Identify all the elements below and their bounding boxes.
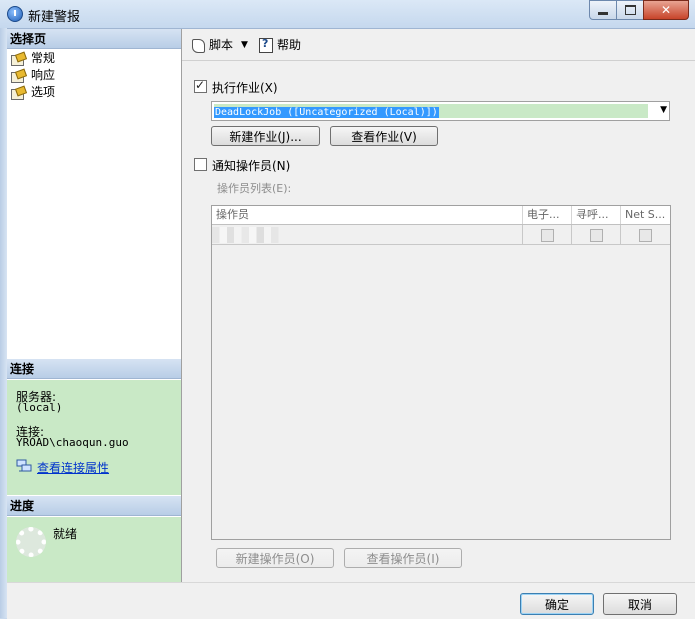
redacted-operator-name bbox=[212, 227, 286, 243]
job-selected-value: DeadLockJob ([Uncategorized (Local)]) bbox=[214, 107, 439, 118]
connection-section: 服务器: (local) 连接: YROAD\chaoqun.guo 查看连接属… bbox=[7, 380, 181, 495]
new-job-button[interactable]: 新建作业(J)... bbox=[211, 126, 320, 146]
dialog-window: 新建警报 ✕ 选择页 常规 响应 选项 连接 服务器: (local) 连接: … bbox=[0, 0, 695, 619]
grid-header: 操作员 电子... 寻呼... Net S... bbox=[212, 206, 670, 225]
help-label: 帮助 bbox=[277, 38, 302, 52]
window-title: 新建警报 bbox=[28, 10, 81, 25]
page-item-response[interactable]: 响应 bbox=[7, 67, 181, 84]
title-bar: 新建警报 ✕ bbox=[0, 0, 695, 29]
info-icon bbox=[7, 6, 23, 22]
ok-button[interactable]: 确定 bbox=[520, 593, 594, 615]
window-frame bbox=[0, 28, 7, 618]
page-item-label: 常规 bbox=[31, 51, 56, 65]
server-value: (local) bbox=[16, 401, 63, 414]
view-operator-button[interactable]: 查看操作员(I) bbox=[344, 548, 462, 568]
page-list: 常规 响应 选项 bbox=[7, 50, 181, 101]
chevron-down-icon[interactable]: ▼ bbox=[660, 105, 667, 115]
progress-spinner-icon bbox=[16, 527, 46, 557]
column-header-email[interactable]: 电子... bbox=[523, 206, 572, 224]
help-icon bbox=[258, 37, 274, 53]
execute-job-label[interactable]: 执行作业(X) bbox=[212, 79, 278, 96]
close-button[interactable]: ✕ bbox=[643, 0, 689, 20]
connection-value: YROAD\chaoqun.guo bbox=[16, 436, 129, 449]
script-label: 脚本 bbox=[209, 38, 234, 52]
window-controls: ✕ bbox=[589, 0, 689, 20]
view-connection-properties-link[interactable]: 查看连接属性 bbox=[37, 459, 109, 476]
page-icon bbox=[11, 87, 25, 100]
main-panel: 脚本 ▼ 帮助 执行作业(X) DeadLockJob ([Uncategori… bbox=[182, 29, 695, 582]
operator-grid: 操作员 电子... 寻呼... Net S... bbox=[211, 205, 671, 540]
page-item-label: 选项 bbox=[31, 85, 56, 99]
page-icon bbox=[11, 70, 25, 83]
notify-operators-label[interactable]: 通知操作员(N) bbox=[212, 157, 290, 174]
email-checkbox[interactable] bbox=[541, 229, 554, 242]
help-button[interactable]: 帮助 bbox=[258, 36, 301, 53]
column-header-operator[interactable]: 操作员 bbox=[212, 206, 523, 224]
table-row[interactable] bbox=[212, 225, 670, 245]
column-header-pager[interactable]: 寻呼... bbox=[572, 206, 621, 224]
script-icon bbox=[190, 37, 206, 53]
select-page-header: 选择页 bbox=[7, 29, 181, 49]
network-icon bbox=[16, 459, 32, 472]
page-icon bbox=[11, 53, 25, 66]
job-select[interactable]: DeadLockJob ([Uncategorized (Local)]) ▼ bbox=[211, 101, 670, 121]
view-job-button[interactable]: 查看作业(V) bbox=[330, 126, 438, 146]
chevron-down-icon[interactable]: ▼ bbox=[241, 40, 248, 50]
pager-checkbox[interactable] bbox=[590, 229, 603, 242]
connection-header: 连接 bbox=[7, 359, 181, 379]
maximize-button[interactable] bbox=[616, 0, 644, 20]
page-item-general[interactable]: 常规 bbox=[7, 50, 181, 67]
minimize-icon bbox=[598, 11, 608, 15]
progress-section: 就绪 bbox=[7, 517, 181, 582]
minimize-button[interactable] bbox=[589, 0, 617, 20]
close-icon: ✕ bbox=[660, 3, 672, 17]
page-item-options[interactable]: 选项 bbox=[7, 84, 181, 101]
footer: 确定 取消 bbox=[7, 582, 695, 619]
progress-status: 就绪 bbox=[53, 527, 78, 541]
execute-job-checkbox[interactable] bbox=[194, 78, 207, 93]
notify-operators-checkbox[interactable] bbox=[194, 158, 207, 171]
operator-list-label: 操作员列表(E): bbox=[217, 182, 292, 195]
toolbar: 脚本 ▼ 帮助 bbox=[182, 29, 695, 61]
page-item-label: 响应 bbox=[31, 68, 56, 82]
script-button[interactable]: 脚本 ▼ bbox=[190, 36, 248, 53]
progress-header: 进度 bbox=[7, 496, 181, 516]
left-panel: 选择页 常规 响应 选项 连接 服务器: (local) 连接: YROAD\c… bbox=[7, 29, 182, 582]
new-operator-button[interactable]: 新建操作员(O) bbox=[216, 548, 334, 568]
cancel-button[interactable]: 取消 bbox=[603, 593, 677, 615]
maximize-icon bbox=[624, 5, 636, 15]
column-header-net-send[interactable]: Net S... bbox=[621, 206, 670, 224]
operator-name-cell bbox=[212, 225, 523, 244]
net-send-checkbox[interactable] bbox=[639, 229, 652, 242]
